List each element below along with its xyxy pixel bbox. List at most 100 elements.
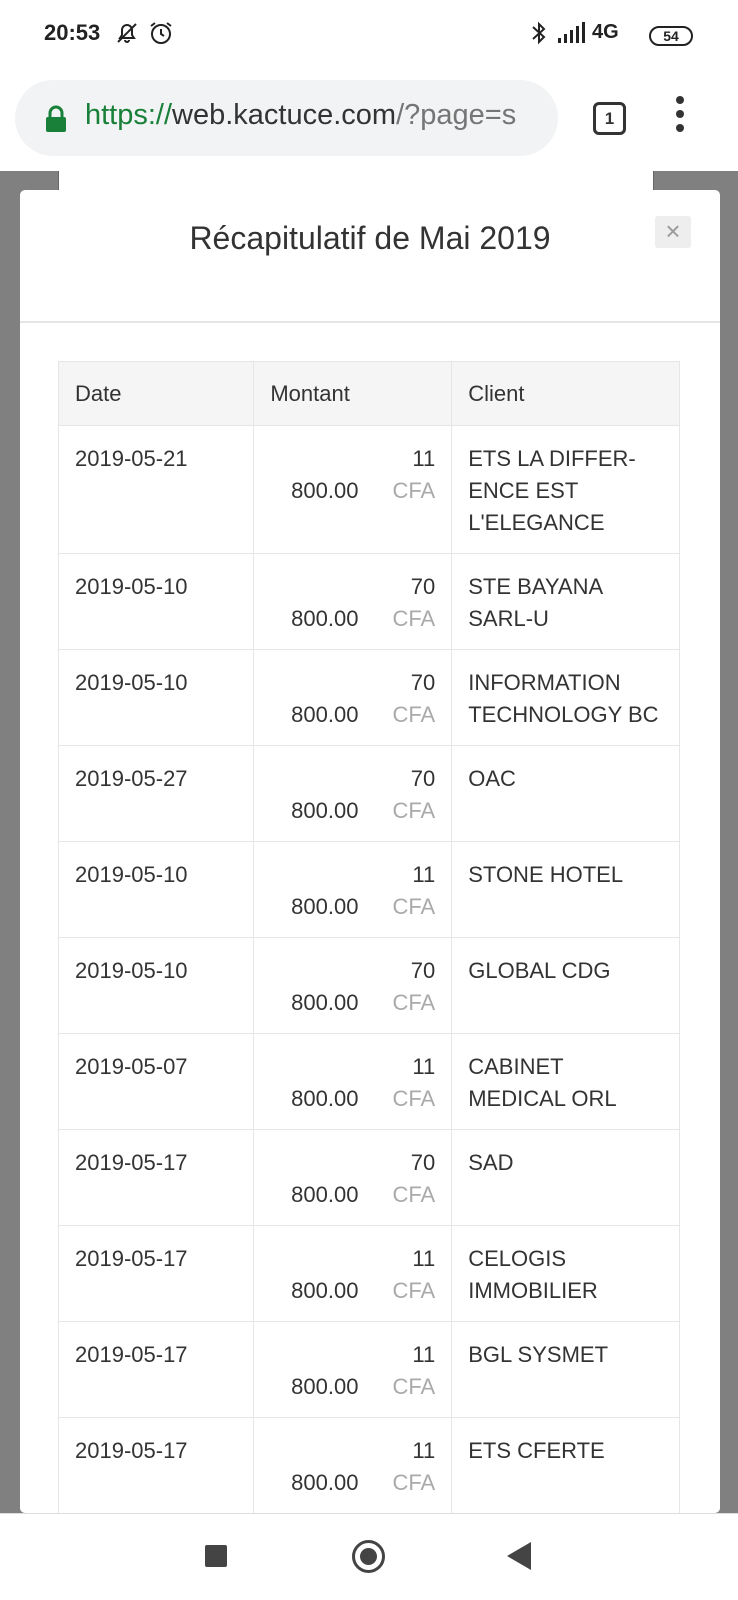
status-time: 20:53 xyxy=(44,20,101,45)
amount-top: 70 xyxy=(410,670,436,695)
currency-label: CFA xyxy=(392,1278,436,1303)
currency-label: CFA xyxy=(392,702,436,727)
cell-date: 2019-05-17 xyxy=(57,1129,255,1226)
modal-title: Récapitulatif de Mai 2019 xyxy=(189,220,551,256)
cell-date: 2019-05-10 xyxy=(57,937,255,1034)
tab-switcher-button[interactable]: 1 xyxy=(593,102,626,135)
amount-bottom-line: 800.00 CFA xyxy=(270,795,435,827)
cell-amount: 11 800.00 CFA xyxy=(253,425,453,554)
recents-icon[interactable] xyxy=(205,1545,227,1567)
cell-date: 2019-05-17 xyxy=(57,1225,255,1322)
url-path: /?page=s xyxy=(396,99,517,131)
summary-table: Date Montant Client 2019-05-21 11 800.00 CF… xyxy=(57,361,680,1513)
cell-client: STONE HOTEL xyxy=(451,841,680,938)
currency-label: CFA xyxy=(392,798,436,823)
more-menu-icon[interactable] xyxy=(670,96,690,140)
table-row: 2019-05-10 70 800.00 CFA INFORMATION TECHNOL… xyxy=(57,649,680,746)
table-row: 2019-05-17 11 800.00 CFA BGL SYSMET xyxy=(57,1321,680,1418)
amount-bottom: 800.00 xyxy=(291,606,359,631)
amount-bottom-line: 800.00 CFA xyxy=(270,1083,435,1115)
cell-date: 2019-05-21 xyxy=(57,425,255,554)
url-text: https://web.kactuce.com/?page=s xyxy=(85,99,516,132)
table-body: 2019-05-21 11 800.00 CFA ETS LA DIFFER-ENCE … xyxy=(57,425,680,1513)
amount-bottom: 800.00 xyxy=(291,894,359,919)
cell-client: SAD xyxy=(451,1129,680,1226)
cell-date: 2019-05-10 xyxy=(57,841,255,938)
amount-top: 70 xyxy=(410,766,436,791)
url-scheme: https:// xyxy=(85,99,173,131)
amount-bottom-line: 800.00 CFA xyxy=(270,1371,435,1403)
bluetooth-icon xyxy=(530,20,548,51)
amount-bottom-line: 800.00 CFA xyxy=(270,475,435,507)
network-type: 4G xyxy=(592,21,619,43)
home-icon[interactable] xyxy=(352,1540,385,1573)
cell-client: STE BAYANA SARL-U xyxy=(451,553,680,650)
mute-icon xyxy=(114,20,140,51)
currency-label: CFA xyxy=(392,894,436,919)
currency-label: CFA xyxy=(392,606,436,631)
cell-client: INFORMATION TECHNOLOGY BC xyxy=(451,649,680,746)
amount-top: 11 xyxy=(412,1246,436,1271)
cell-date: 2019-05-10 xyxy=(57,553,255,650)
cell-date: 2019-05-10 xyxy=(57,649,255,746)
cell-client: CELOGIS IMMOBILIER xyxy=(451,1225,680,1322)
amount-bottom: 800.00 xyxy=(291,1182,359,1207)
cell-amount: 70 800.00 CFA xyxy=(253,937,453,1034)
lock-icon xyxy=(45,105,67,138)
table-header-row: Date Montant Client xyxy=(57,361,680,426)
currency-label: CFA xyxy=(392,990,436,1015)
cell-amount: 70 800.00 CFA xyxy=(253,553,453,650)
back-icon[interactable] xyxy=(507,1542,531,1570)
cell-amount: 11 800.00 CFA xyxy=(253,1033,453,1130)
table-row: 2019-05-17 11 800.00 CFA ETS CFERTE xyxy=(57,1417,680,1513)
amount-top: 70 xyxy=(410,1150,436,1175)
cell-date: 2019-05-17 xyxy=(57,1321,255,1418)
currency-label: CFA xyxy=(392,478,436,503)
cell-date: 2019-05-17 xyxy=(57,1417,255,1513)
amount-top: 70 xyxy=(410,958,436,983)
column-header-date: Date xyxy=(57,361,255,426)
amount-top: 11 xyxy=(412,1342,436,1367)
address-bar[interactable]: https://web.kactuce.com/?page=s xyxy=(15,80,558,156)
close-button[interactable]: × xyxy=(655,216,691,248)
amount-bottom: 800.00 xyxy=(291,990,359,1015)
amount-bottom-line: 800.00 CFA xyxy=(270,699,435,731)
amount-bottom-line: 800.00 CFA xyxy=(270,603,435,635)
column-header-amount: Montant xyxy=(253,361,453,426)
amount-bottom: 800.00 xyxy=(291,702,359,727)
currency-label: CFA xyxy=(392,1182,436,1207)
table-row: 2019-05-10 11 800.00 CFA STONE HOTEL xyxy=(57,841,680,938)
table-row: 2019-05-17 70 800.00 CFA SAD xyxy=(57,1129,680,1226)
cell-amount: 70 800.00 CFA xyxy=(253,649,453,746)
currency-label: CFA xyxy=(392,1470,436,1495)
amount-bottom-line: 800.00 CFA xyxy=(270,1467,435,1499)
table-row: 2019-05-10 70 800.00 CFA STE BAYANA SARL-U xyxy=(57,553,680,650)
cell-client: ETS CFERTE xyxy=(451,1417,680,1513)
cell-amount: 11 800.00 CFA xyxy=(253,1417,453,1513)
amount-bottom: 800.00 xyxy=(291,1278,359,1303)
table-row: 2019-05-27 70 800.00 CFA OAC xyxy=(57,745,680,842)
cell-client: BGL SYSMET xyxy=(451,1321,680,1418)
url-host: web.kactuce.com xyxy=(172,99,397,131)
currency-label: CFA xyxy=(392,1374,436,1399)
cell-amount: 11 800.00 CFA xyxy=(253,1321,453,1418)
alarm-icon xyxy=(148,20,174,51)
amount-top: 11 xyxy=(412,1438,436,1463)
cell-client: CABINET MEDICAL ORL xyxy=(451,1033,680,1130)
browser-toolbar: https://web.kactuce.com/?page=s 1 xyxy=(0,66,738,171)
amount-bottom: 800.00 xyxy=(291,478,359,503)
amount-bottom: 800.00 xyxy=(291,1470,359,1495)
amount-top: 11 xyxy=(412,862,436,887)
amount-top: 11 xyxy=(412,446,436,471)
cell-client: OAC xyxy=(451,745,680,842)
signal-icon xyxy=(556,20,586,51)
amount-bottom: 800.00 xyxy=(291,1374,359,1399)
amount-bottom: 800.00 xyxy=(291,1086,359,1111)
summary-modal: Récapitulatif de Mai 2019 × Date Montant… xyxy=(20,190,720,1513)
cell-date: 2019-05-27 xyxy=(57,745,255,842)
table-row: 2019-05-07 11 800.00 CFA CABINET MEDICAL ORL xyxy=(57,1033,680,1130)
battery-icon: 54 xyxy=(649,26,693,46)
table-row: 2019-05-17 11 800.00 CFA CELOGIS IMMOBILIER xyxy=(57,1225,680,1322)
amount-bottom-line: 800.00 CFA xyxy=(270,1179,435,1211)
table-row: 2019-05-21 11 800.00 CFA ETS LA DIFFER-ENCE … xyxy=(57,425,680,554)
